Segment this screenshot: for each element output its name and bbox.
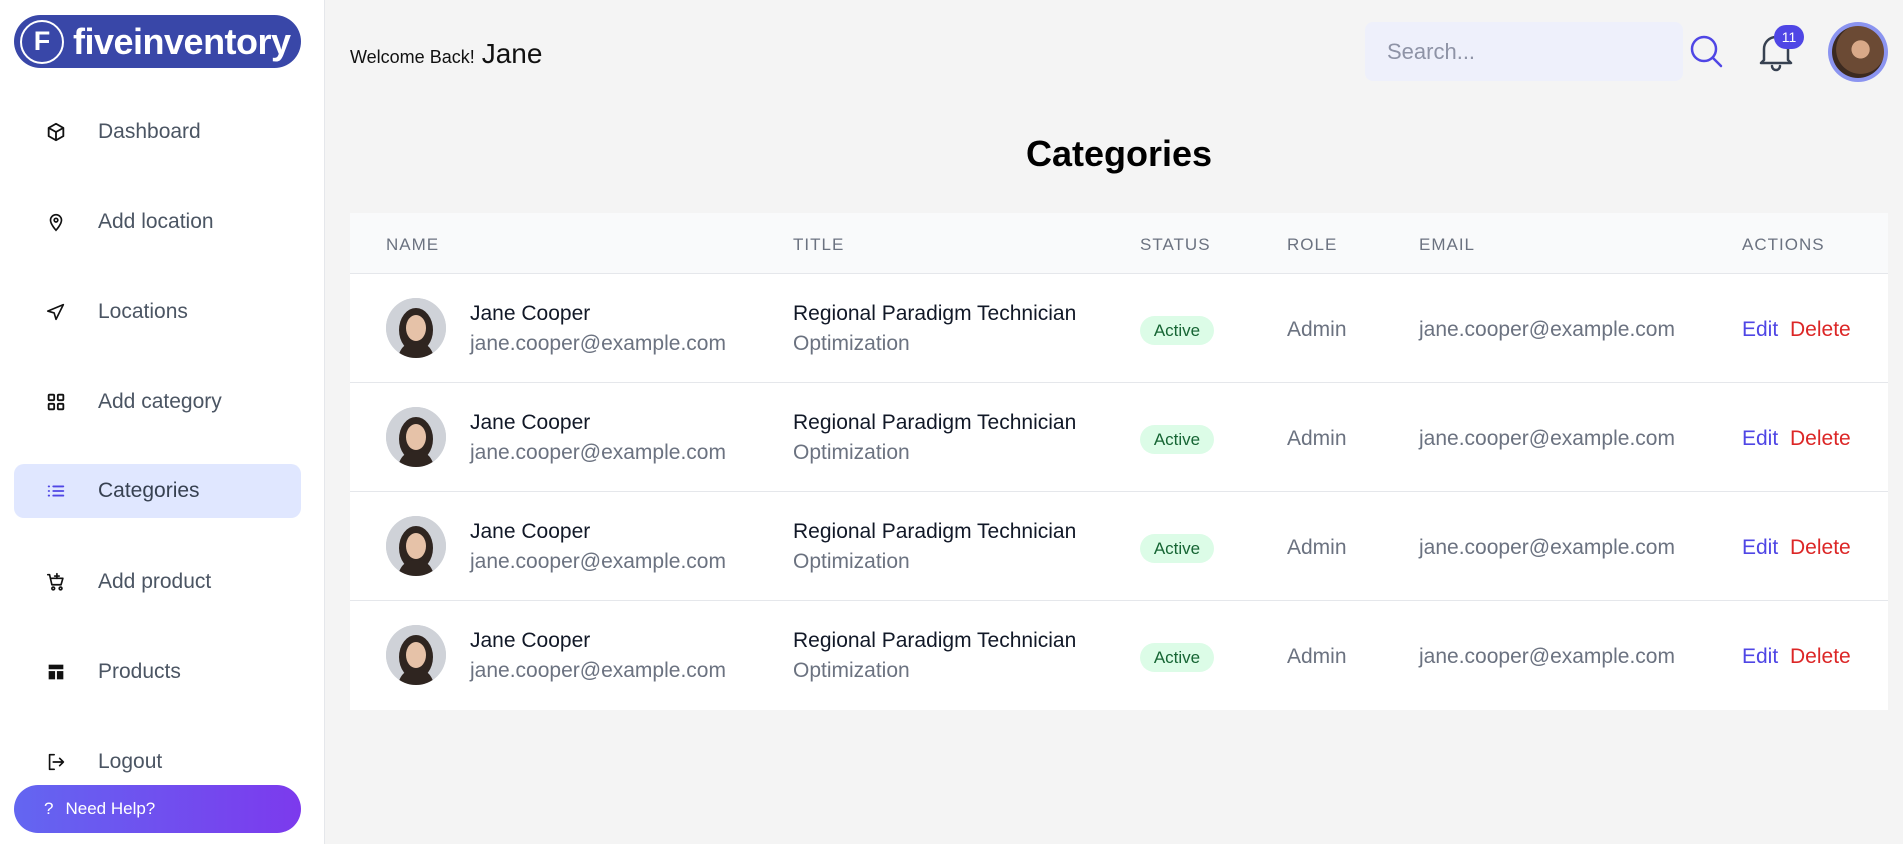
status-badge: Active <box>1140 316 1214 345</box>
sidebar-item-label: Logout <box>98 750 163 773</box>
user-email: jane.cooper@example.com <box>470 441 726 464</box>
email: jane.cooper@example.com <box>1419 427 1675 450</box>
navigation-arrow-icon <box>44 300 68 324</box>
column-header-role: ROLE <box>1287 235 1338 254</box>
column-header-email: EMAIL <box>1419 235 1476 254</box>
edit-link[interactable]: Edit <box>1742 645 1778 669</box>
search-icon[interactable] <box>1688 33 1724 69</box>
sidebar-item-label: Categories <box>98 479 200 502</box>
table-row: Jane Cooper jane.cooper@example.com Regi… <box>350 274 1888 383</box>
list-icon <box>44 479 68 503</box>
column-header-title: TITLE <box>793 235 845 254</box>
column-header-name: NAME <box>386 235 440 254</box>
table-row: Jane Cooper jane.cooper@example.com Regi… <box>350 492 1888 601</box>
avatar <box>386 516 446 576</box>
categories-table: NAME TITLE STATUS ROLE EMAIL ACTIONS Jan… <box>350 213 1888 710</box>
user-email: jane.cooper@example.com <box>470 659 726 682</box>
edit-link[interactable]: Edit <box>1742 536 1778 560</box>
department: Optimization <box>793 550 910 573</box>
need-help-button[interactable]: ? Need Help? <box>14 785 301 833</box>
avatar <box>386 625 446 685</box>
sidebar-item-add-location[interactable]: Add location <box>14 195 301 249</box>
welcome-greeting: Welcome Back! Jane <box>350 38 542 70</box>
sidebar-item-add-product[interactable]: Add product <box>14 555 301 609</box>
sidebar-item-dashboard[interactable]: Dashboard <box>14 105 301 159</box>
sidebar-item-logout[interactable]: Logout <box>14 735 301 789</box>
role: Admin <box>1287 536 1347 559</box>
logout-icon <box>44 750 68 774</box>
delete-link[interactable]: Delete <box>1790 427 1851 451</box>
sidebar-item-label: Add location <box>98 210 214 233</box>
user-photo-icon <box>386 407 446 467</box>
brand-logo[interactable]: F fiveinventory <box>14 15 301 68</box>
user-photo-icon <box>386 298 446 358</box>
sidebar: F fiveinventory Dashboard Add location L… <box>0 0 325 844</box>
page-title: Categories <box>1025 133 1213 174</box>
avatar-image <box>1832 26 1884 78</box>
search-input[interactable] <box>1365 22 1683 81</box>
email: jane.cooper@example.com <box>1419 645 1675 668</box>
email: jane.cooper@example.com <box>1419 318 1675 341</box>
table-row: Jane Cooper jane.cooper@example.com Regi… <box>350 383 1888 492</box>
dashboard-layout-icon <box>44 660 68 684</box>
sidebar-item-label: Add category <box>98 390 222 413</box>
job-title: Regional Paradigm Technician <box>793 629 1077 652</box>
delete-link[interactable]: Delete <box>1790 536 1851 560</box>
avatar <box>386 407 446 467</box>
table-header: NAME TITLE STATUS ROLE EMAIL ACTIONS <box>350 213 1888 274</box>
notification-badge: 11 <box>1774 25 1804 49</box>
job-title: Regional Paradigm Technician <box>793 411 1077 434</box>
brand-name: fiveinventory <box>73 20 291 62</box>
email: jane.cooper@example.com <box>1419 536 1675 559</box>
sidebar-item-label: Dashboard <box>98 120 201 143</box>
user-name: Jane Cooper <box>470 629 591 652</box>
sidebar-item-products[interactable]: Products <box>14 645 301 699</box>
sidebar-item-add-category[interactable]: Add category <box>14 375 301 429</box>
user-name: Jane Cooper <box>470 302 591 325</box>
grid-plus-icon <box>44 390 68 414</box>
user-email: jane.cooper@example.com <box>470 550 726 573</box>
sidebar-item-label: Add product <box>98 570 212 593</box>
sidebar-item-locations[interactable]: Locations <box>14 285 301 339</box>
welcome-text: Welcome Back! <box>350 47 475 67</box>
sidebar-item-categories[interactable]: Categories <box>14 464 301 518</box>
user-email: jane.cooper@example.com <box>470 332 726 355</box>
avatar <box>386 298 446 358</box>
status-badge: Active <box>1140 425 1214 454</box>
profile-avatar[interactable] <box>1828 22 1888 82</box>
logo-mark: F <box>20 19 64 64</box>
department: Optimization <box>793 332 910 355</box>
job-title: Regional Paradigm Technician <box>793 302 1077 325</box>
edit-link[interactable]: Edit <box>1742 318 1778 342</box>
user-name: Jane Cooper <box>470 520 591 543</box>
help-icon: ? <box>44 799 54 818</box>
column-header-status: STATUS <box>1140 235 1211 254</box>
map-pin-icon <box>44 210 68 234</box>
department: Optimization <box>793 659 910 682</box>
role: Admin <box>1287 427 1347 450</box>
department: Optimization <box>793 441 910 464</box>
role: Admin <box>1287 645 1347 668</box>
need-help-label: Need Help? <box>65 799 156 818</box>
user-name: Jane Cooper <box>470 411 591 434</box>
sidebar-item-label: Locations <box>98 300 188 323</box>
user-photo-icon <box>386 516 446 576</box>
role: Admin <box>1287 318 1347 341</box>
cart-plus-icon <box>44 570 68 594</box>
delete-link[interactable]: Delete <box>1790 645 1851 669</box>
sidebar-item-label: Products <box>98 660 181 683</box>
user-name: Jane <box>481 38 543 69</box>
user-photo-icon <box>386 625 446 685</box>
job-title: Regional Paradigm Technician <box>793 520 1077 543</box>
cube-icon <box>44 120 68 144</box>
status-badge: Active <box>1140 643 1214 672</box>
column-header-actions: ACTIONS <box>1742 235 1825 254</box>
delete-link[interactable]: Delete <box>1790 318 1851 342</box>
status-badge: Active <box>1140 534 1214 563</box>
table-row: Jane Cooper jane.cooper@example.com Regi… <box>350 601 1888 710</box>
edit-link[interactable]: Edit <box>1742 427 1778 451</box>
